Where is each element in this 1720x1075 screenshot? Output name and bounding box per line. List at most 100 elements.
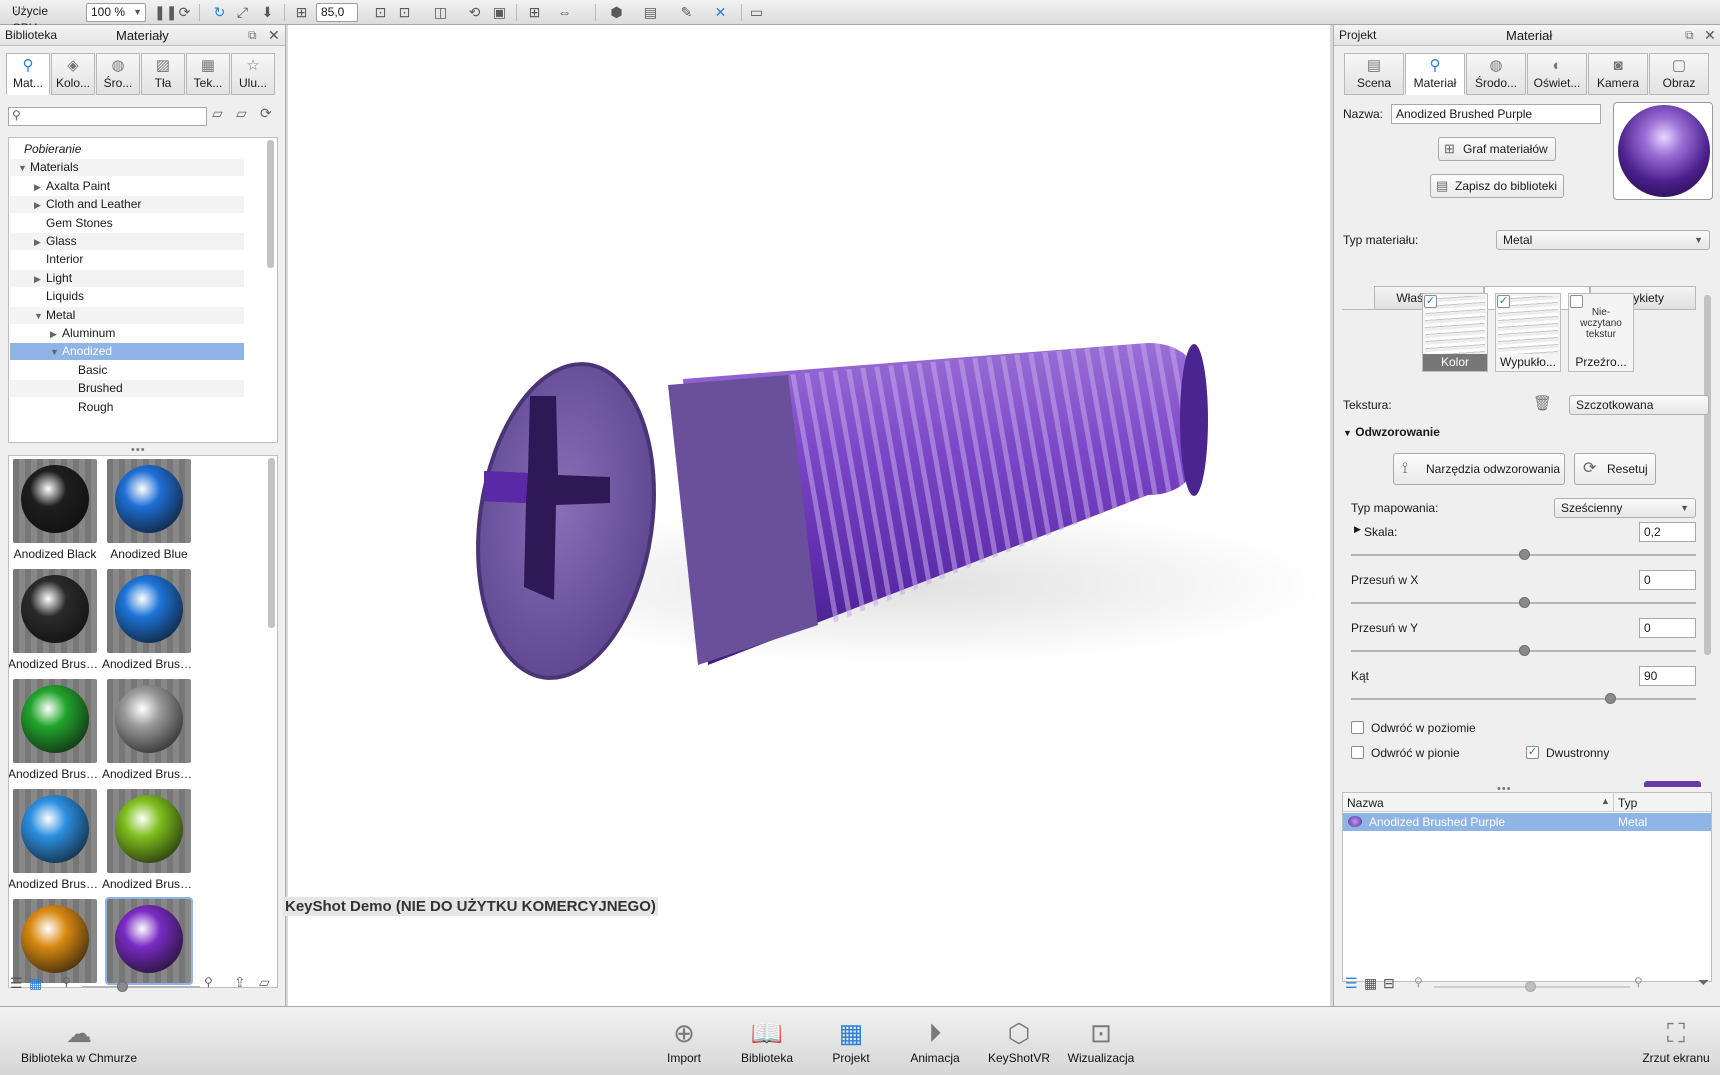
list-view-icon[interactable]: ☰ — [10, 975, 23, 992]
trash-icon[interactable]: 🗑 — [1533, 394, 1552, 412]
paint-icon[interactable]: ✎ — [678, 4, 695, 21]
fov-input[interactable]: 85,0 — [316, 3, 358, 22]
list-item[interactable]: Anodized Brushed Purple Metal — [1343, 813, 1711, 831]
tree-item[interactable]: ▼ Materials — [10, 159, 244, 177]
dock-animation-button[interactable]: ⏵ Animacja — [896, 1013, 974, 1073]
save-to-library-button[interactable]: ▤ Zapisz do biblioteki — [1430, 174, 1564, 198]
move-down-icon[interactable]: ⬇ — [259, 4, 276, 21]
add-icon[interactable]: ⊞ — [526, 4, 543, 21]
column-type-header[interactable]: Typ — [1618, 796, 1637, 810]
tree-item[interactable]: ▶ Glass — [10, 233, 244, 250]
collapsed-icon[interactable]: ▶ — [34, 179, 46, 196]
fit-view-icon[interactable]: ⤢ — [234, 4, 251, 21]
monitor-icon[interactable]: ▭ — [748, 4, 765, 21]
tree-item[interactable]: Liquids — [10, 288, 244, 305]
dock-library-button[interactable]: 📖 Biblioteka — [728, 1013, 806, 1073]
offset-y-slider-knob[interactable] — [1518, 645, 1530, 656]
dock-import-button[interactable]: ⊕ Import — [645, 1013, 723, 1073]
collapsed-icon[interactable]: ▶ — [50, 326, 62, 343]
collapsed-icon[interactable]: ▶ — [34, 271, 46, 288]
tree-view-icon[interactable]: ⊟ — [1383, 975, 1395, 992]
scale-slider-knob[interactable] — [1518, 549, 1530, 560]
geometry-icon[interactable]: ✕ — [712, 4, 729, 21]
tab-image[interactable]: ▢ Obraz — [1649, 53, 1709, 95]
zoom-out-icon[interactable]: ⚲ — [62, 975, 71, 989]
expanded-icon[interactable]: ▼ — [34, 308, 46, 325]
tree-item[interactable]: Gem Stones — [10, 215, 244, 232]
texture-enable-checkbox[interactable]: ✓ — [1497, 295, 1510, 308]
material-thumbnail[interactable] — [13, 789, 97, 873]
material-thumbnail[interactable] — [107, 459, 191, 543]
material-thumbnail[interactable] — [107, 679, 191, 763]
list-view-icon[interactable]: ☰ — [1345, 975, 1358, 992]
material-thumbnail[interactable] — [107, 569, 191, 653]
properties-scrollbar[interactable] — [1704, 295, 1711, 655]
import-folder-icon[interactable]: ▱ — [236, 105, 247, 122]
offset-x-slider-knob[interactable] — [1518, 597, 1530, 608]
material-preview[interactable] — [1613, 102, 1713, 200]
dock-keyshotvr-button[interactable]: ⬡ KeyShotVR — [980, 1013, 1058, 1073]
screenshot-button[interactable]: ⛶ Zrzut ekranu — [1636, 1013, 1716, 1073]
tree-item[interactable]: ▶ Axalta Paint — [10, 178, 244, 195]
zoom-select[interactable]: 100 % ▼ — [86, 3, 146, 22]
tab-scene[interactable]: ▤ Scena — [1344, 53, 1404, 95]
undock-icon[interactable]: ⧉ — [1685, 25, 1694, 46]
texture-slot-color[interactable]: ✓ Kolor — [1422, 293, 1488, 372]
expanded-icon[interactable]: ▼ — [18, 160, 30, 177]
add-folder-icon[interactable]: ▱ — [212, 105, 223, 122]
tree-item[interactable]: Basic — [10, 362, 244, 379]
tree-item[interactable]: Rough — [10, 399, 244, 416]
folder-icon[interactable]: ▱ — [259, 974, 270, 991]
close-icon[interactable]: ✕ — [1704, 25, 1716, 46]
material-name-input[interactable]: Anodized Brushed Purple — [1391, 104, 1601, 124]
texture-enable-checkbox[interactable]: ✓ — [1424, 295, 1437, 308]
dock-visualization-button[interactable]: ⊡ Wizualizacja — [1062, 1013, 1140, 1073]
pause-icon[interactable]: ❚❚ — [154, 4, 177, 21]
render-viewport[interactable]: KeyShot Demo (NIE DO UŻYTKU KOMERCYJNEGO… — [283, 25, 1330, 1006]
close-icon[interactable]: ✕ — [268, 25, 280, 46]
undock-icon[interactable]: ⧉ — [248, 25, 257, 46]
tab-camera[interactable]: ◙ Kamera — [1588, 53, 1648, 95]
list-size-slider[interactable] — [1525, 981, 1536, 992]
tab-environments[interactable]: ◍ Śro... — [96, 53, 140, 95]
thumbs-scrollbar[interactable] — [268, 458, 275, 628]
tree-item[interactable]: ▼ Anodized — [10, 343, 244, 361]
tree-item[interactable]: ▶ Cloth and Leather — [10, 196, 244, 214]
select-icon[interactable]: ⊡ — [396, 4, 413, 21]
upload-icon[interactable]: ⇪ — [234, 974, 246, 991]
tree-item[interactable]: Brushed — [10, 380, 244, 398]
refresh-library-icon[interactable]: ⟳ — [260, 105, 272, 122]
tree-scrollbar[interactable] — [267, 140, 274, 268]
tab-material[interactable]: ⚲ Materiał — [1405, 53, 1465, 95]
tab-backplates[interactable]: ▨ Tła — [141, 53, 185, 95]
material-thumbnail[interactable] — [105, 897, 193, 985]
tab-lighting[interactable]: ◐ Oświet... — [1527, 53, 1587, 95]
flip-horizontal-checkbox[interactable] — [1351, 721, 1364, 734]
material-thumbnail[interactable] — [13, 899, 97, 983]
dock-project-button[interactable]: ▦ Projekt — [812, 1013, 890, 1073]
collapsed-icon[interactable]: ▶ — [34, 234, 46, 251]
zoom-in-icon[interactable]: ⚲ — [1634, 975, 1643, 989]
rotate-icon[interactable]: ⟲ — [466, 4, 483, 21]
material-thumbnail[interactable] — [13, 679, 97, 763]
angle-slider-track[interactable] — [1351, 698, 1696, 700]
zoom-in-icon[interactable]: ⚲ — [204, 975, 213, 989]
performance-icon[interactable]: ⟳ — [176, 4, 193, 21]
scale-input[interactable]: 0,2 — [1639, 522, 1696, 542]
mapping-type-select[interactable]: Sześcienny ▼ — [1554, 498, 1696, 518]
offset-x-input[interactable]: 0 — [1639, 570, 1696, 590]
reset-button[interactable]: ⟳ Resetuj — [1574, 453, 1656, 485]
texture-slot-opacity[interactable]: Nie- wczytano tekstur Przeźro... — [1568, 293, 1634, 372]
tab-colors[interactable]: ◈ Kolo... — [51, 53, 95, 95]
material-thumbnail[interactable] — [107, 789, 191, 873]
zoom-out-icon[interactable]: ⚲ — [1414, 975, 1423, 989]
tree-item[interactable]: Interior — [10, 251, 244, 268]
tab-favorites[interactable]: ☆ Ulu... — [231, 53, 275, 95]
tree-item[interactable]: Pobieranie — [10, 141, 244, 158]
mapping-tools-button[interactable]: ⟟ Narzędzia odwzorowania — [1393, 453, 1565, 485]
arrows-icon[interactable]: ⇔ — [556, 4, 573, 21]
shield-icon[interactable]: ⬢ — [608, 4, 625, 21]
cloud-library-button[interactable]: ☁ Biblioteka w Chmurze — [14, 1013, 144, 1073]
tab-textures[interactable]: ▦ Tek... — [186, 53, 230, 95]
two-sided-checkbox[interactable]: ✓ — [1526, 746, 1539, 759]
